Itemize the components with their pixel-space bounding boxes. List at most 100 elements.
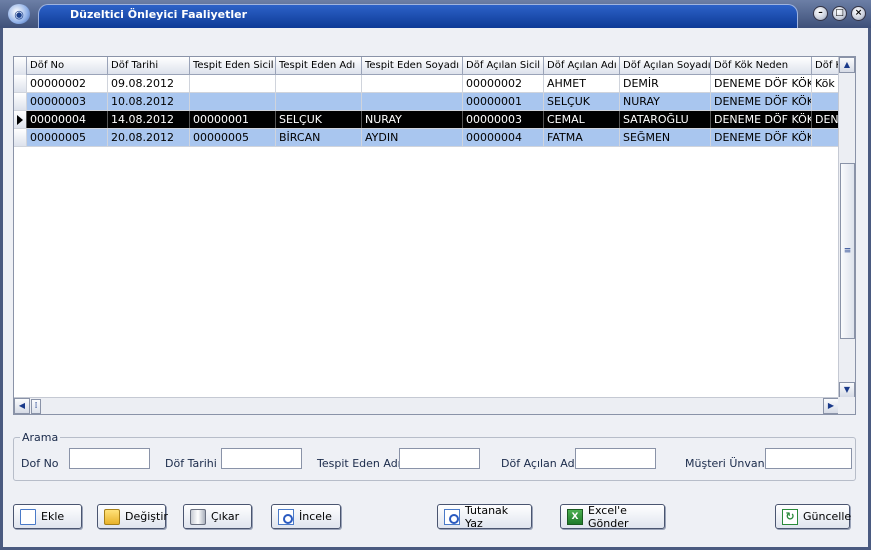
cell <box>276 75 362 92</box>
vertical-scroll-thumb[interactable]: ≡ <box>840 163 855 339</box>
table-row[interactable]: 00000005 20.08.2012 00000005 BİRCAN AYDI… <box>14 129 839 147</box>
excel-icon: X <box>567 508 583 525</box>
cell: NURAY <box>620 93 711 110</box>
cell: DENEME DÖF KÖK <box>711 129 812 146</box>
scroll-up-icon[interactable]: ▲ <box>839 57 855 73</box>
guncelle-button[interactable]: ↻ Güncelle <box>775 504 852 529</box>
incele-button-label: İncele <box>299 510 332 523</box>
dof-tarihi-input[interactable] <box>221 448 302 469</box>
cell: CEMAL <box>544 111 620 128</box>
cell: 00000002 <box>27 75 108 92</box>
cell: BİRCAN <box>276 129 362 146</box>
row-indicator <box>14 129 27 146</box>
cell: 20.08.2012 <box>108 129 190 146</box>
grid-header: Döf No Döf Tarihi Tespit Eden Sicil Tesp… <box>14 57 839 75</box>
cell <box>190 93 276 110</box>
cell: 00000004 <box>27 111 108 128</box>
cell <box>276 93 362 110</box>
cell: 00000005 <box>190 129 276 146</box>
col-header-dof-no[interactable]: Döf No <box>27 57 108 75</box>
ekle-button-label: Ekle <box>41 510 65 523</box>
musteri-unvani-input[interactable] <box>765 448 852 469</box>
tutanak-yaz-button[interactable]: Tutanak Yaz <box>437 503 532 530</box>
col-header-dof-acilan-sicil[interactable]: Döf Açılan Sicil <box>463 57 544 75</box>
tutanak-yaz-button-label: Tutanak Yaz <box>465 503 509 530</box>
cell: FATMA <box>544 129 620 146</box>
col-header-tespit-eden-sicil[interactable]: Tespit Eden Sicil <box>190 57 276 75</box>
maximize-icon[interactable]: □ <box>832 6 847 21</box>
musteri-unvani-label: Müşteri Ünvanı <box>685 457 768 470</box>
close-icon[interactable]: × <box>851 6 866 21</box>
refresh-icon: ↻ <box>782 508 798 525</box>
table-row[interactable]: 00000003 10.08.2012 00000001 SELÇUK NURA… <box>14 93 839 111</box>
scrollbar-corner <box>838 397 855 414</box>
cell: DENEME DÖF KÖK <box>711 93 812 110</box>
excel-gonder-button[interactable]: X Excel'e Gönder <box>560 503 665 530</box>
ekle-button[interactable]: Ekle <box>13 504 82 529</box>
app-window: ◉ Düzeltici Önleyici Faaliyetler – □ × D… <box>0 0 871 550</box>
new-document-icon <box>20 508 36 525</box>
table-row[interactable]: 00000002 09.08.2012 00000002 AHMET DEMİR… <box>14 75 839 93</box>
cell: DEMİR <box>620 75 711 92</box>
col-header-dof-acilan-soyadi[interactable]: Döf Açılan Soyadı <box>620 57 711 75</box>
dof-tarihi-label: Döf Tarihi <box>165 457 217 470</box>
dof-no-input[interactable] <box>69 448 150 469</box>
window-title: Düzeltici Önleyici Faaliyetler <box>70 8 248 21</box>
app-globe-icon[interactable]: ◉ <box>8 4 30 24</box>
title-bar: ◉ Düzeltici Önleyici Faaliyetler – □ × <box>0 0 871 28</box>
cell <box>812 129 839 146</box>
cell: 00000005 <box>27 129 108 146</box>
col-header-dof-k[interactable]: Döf K <box>812 57 839 75</box>
col-header-tespit-eden-soyadi[interactable]: Tespit Eden Soyadı <box>362 57 463 75</box>
row-indicator <box>14 93 27 110</box>
cell <box>812 93 839 110</box>
scroll-right-icon[interactable]: ▶ <box>823 398 839 414</box>
cell: 00000003 <box>27 93 108 110</box>
cell: 00000004 <box>463 129 544 146</box>
cell: SELÇUK <box>544 93 620 110</box>
cikar-button-label: Çıkar <box>211 510 240 523</box>
cell: 00000003 <box>463 111 544 128</box>
magnifier-icon <box>278 508 294 525</box>
tespit-eden-adi-input[interactable] <box>399 448 480 469</box>
vertical-scrollbar[interactable]: ▲ ≡ ▼ <box>838 57 855 398</box>
cikar-button[interactable]: Çıkar <box>183 504 252 529</box>
folder-open-icon <box>104 508 120 525</box>
table-row-selected[interactable]: 00000004 14.08.2012 00000001 SELÇUK NURA… <box>14 111 839 129</box>
col-header-tespit-eden-adi[interactable]: Tespit Eden Adı <box>276 57 362 75</box>
horizontal-scroll-thumb[interactable]: ⁞ <box>31 399 41 414</box>
guncelle-button-label: Güncelle <box>803 510 852 523</box>
cell: SATAROĞLU <box>620 111 711 128</box>
excel-gonder-button-label: Excel'e Gönder <box>588 503 629 530</box>
col-header-dof-acilan-adi[interactable]: Döf Açılan Adı <box>544 57 620 75</box>
cell: DENEME DÖF KÖK <box>711 75 812 92</box>
cell <box>362 75 463 92</box>
report-preview-icon <box>444 508 460 525</box>
minimize-icon[interactable]: – <box>813 6 828 21</box>
cell: 00000002 <box>463 75 544 92</box>
horizontal-scrollbar[interactable]: ◀ ⁞ ▶ <box>14 397 839 414</box>
cell: AYDIN <box>362 129 463 146</box>
grid-rows: 00000002 09.08.2012 00000002 AHMET DEMİR… <box>14 75 839 147</box>
current-row-arrow-icon <box>17 115 23 125</box>
incele-button[interactable]: İncele <box>271 504 341 529</box>
dof-grid[interactable]: Döf No Döf Tarihi Tespit Eden Sicil Tesp… <box>13 56 856 415</box>
scroll-left-icon[interactable]: ◀ <box>14 398 30 414</box>
trash-icon <box>190 508 206 525</box>
cell: 00000001 <box>463 93 544 110</box>
row-indicator <box>14 75 27 92</box>
cell: NURAY <box>362 111 463 128</box>
col-header-dof-tarihi[interactable]: Döf Tarihi <box>108 57 190 75</box>
search-group: Arama Dof No Döf Tarihi Tespit Eden Adı … <box>13 431 856 481</box>
scroll-down-icon[interactable]: ▼ <box>839 382 855 398</box>
col-header-dof-kok-neden[interactable]: Döf Kök Neden <box>711 57 812 75</box>
cell: 00000001 <box>190 111 276 128</box>
cell <box>190 75 276 92</box>
row-indicator-header <box>14 57 27 75</box>
degistir-button[interactable]: Değiştir <box>97 504 168 529</box>
cell: DENEME DÖF KÖK <box>711 111 812 128</box>
row-indicator <box>14 111 27 128</box>
dof-acilan-adi-input[interactable] <box>575 448 656 469</box>
cell: DENE <box>812 111 839 128</box>
cell: 09.08.2012 <box>108 75 190 92</box>
